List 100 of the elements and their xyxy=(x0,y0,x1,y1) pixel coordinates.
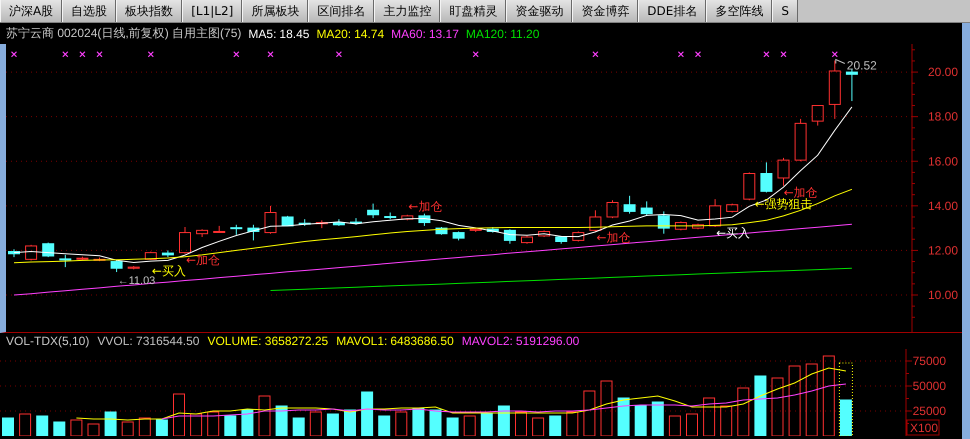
indicator-value: 14.74 xyxy=(354,26,384,40)
candlestick xyxy=(162,250,174,258)
axis-label: 18.00 xyxy=(928,110,958,124)
candlestick xyxy=(76,256,88,261)
candlestick xyxy=(59,254,72,268)
indicator-value: 6483686.50 xyxy=(390,334,454,348)
signal-cross-icon xyxy=(694,51,702,58)
indicator-name: MA20: xyxy=(316,26,352,40)
signal-cross-icon xyxy=(780,51,787,58)
indicator-name: MAVOL2: xyxy=(462,334,513,348)
volume-bar xyxy=(703,398,716,436)
volume-bar xyxy=(361,392,374,436)
indicator-value: VVOL: 7316544.50 xyxy=(97,334,200,348)
indicator-name: MAVOL1: xyxy=(336,334,388,348)
volume-bar xyxy=(464,416,476,436)
candlestick xyxy=(247,224,260,241)
market-tab[interactable]: 自选股 xyxy=(62,0,116,22)
market-tab[interactable]: 资金驱动 xyxy=(506,0,572,22)
volume-bar xyxy=(310,412,322,436)
candlestick xyxy=(743,172,756,201)
candlestick xyxy=(230,224,242,236)
volume-bar xyxy=(224,416,236,436)
axis-label: 16.00 xyxy=(928,154,958,168)
market-tab[interactable]: 资金博弈 xyxy=(572,0,638,22)
signal-cross-icon xyxy=(233,51,240,58)
signal-cross-icon xyxy=(79,51,86,58)
market-tab[interactable]: 多空阵线 xyxy=(706,0,772,22)
market-tab[interactable]: S xyxy=(772,0,798,22)
candlestick xyxy=(316,220,328,229)
volume-bar xyxy=(70,420,82,436)
market-tab[interactable]: [L1|L2] xyxy=(182,0,242,22)
market-tab[interactable]: 区间排名 xyxy=(308,0,374,22)
candlestick xyxy=(8,248,20,258)
axis-label: 14.00 xyxy=(928,198,958,213)
signal-cross-icon xyxy=(10,51,18,58)
candlestick xyxy=(674,220,687,231)
signal-cross-icon xyxy=(832,51,838,58)
volume-indicator-title: VOL-TDX(5,10) xyxy=(6,334,90,348)
signal-label: ←加仓 xyxy=(784,185,818,200)
volume-bar xyxy=(378,416,390,436)
high-price-label: 20.52 xyxy=(835,58,877,72)
candlestick xyxy=(264,205,276,234)
volume-bar xyxy=(19,414,32,436)
candlestick xyxy=(486,226,499,234)
market-tab[interactable]: 主力监控 xyxy=(374,0,440,22)
volume-bar xyxy=(600,380,612,436)
market-tab[interactable]: 沪深A股 xyxy=(0,0,62,22)
signal-label: ←加仓 xyxy=(408,199,442,214)
market-tab[interactable]: 所属板块 xyxy=(242,0,308,22)
candlestick xyxy=(332,218,345,226)
indicator-value: 13.17 xyxy=(428,26,459,40)
volume-bar xyxy=(549,416,562,436)
indicator-value: 5191296.00 xyxy=(516,334,580,348)
candlestick xyxy=(846,68,858,102)
volume-bar xyxy=(737,388,750,436)
volume-bar xyxy=(498,406,510,436)
candlestick xyxy=(470,228,482,232)
volume-bar xyxy=(156,420,168,436)
volume-bar xyxy=(840,400,852,436)
axis-label: 20.00 xyxy=(928,65,958,80)
signal-cross-icon xyxy=(62,51,68,58)
candlestick xyxy=(282,215,294,226)
candlestick xyxy=(144,251,157,260)
volume-bar xyxy=(292,418,305,436)
candlestick xyxy=(624,195,636,214)
candlestick xyxy=(367,203,380,219)
unit-badge: X100 xyxy=(906,420,940,436)
candlestick xyxy=(504,228,516,244)
volume-bar xyxy=(652,402,664,436)
volume-bar xyxy=(2,418,14,436)
volume-bar xyxy=(258,396,270,436)
signal-cross-icon xyxy=(148,51,154,58)
candlestick xyxy=(436,226,448,236)
candlestick xyxy=(179,226,191,254)
volume-bar xyxy=(772,378,784,436)
signal-cross-icon xyxy=(678,51,684,58)
market-tab[interactable]: 盯盘精灵 xyxy=(440,0,506,22)
volume-bar xyxy=(326,414,339,436)
candlestick xyxy=(589,210,602,232)
volume-bar xyxy=(566,412,578,436)
candlestick xyxy=(42,242,54,258)
volume-bar xyxy=(720,406,732,436)
volume-bar xyxy=(634,406,647,436)
market-tab[interactable]: 板块指数 xyxy=(116,0,182,22)
indicator-value: VOLUME: 3658272.25 xyxy=(207,334,328,348)
volume-bar xyxy=(446,418,459,436)
volume-bar xyxy=(583,390,596,436)
volume-bar xyxy=(395,412,408,436)
chart-title: 苏宁云商 002024(日线,前复权) 自用主图(75) xyxy=(6,25,242,42)
candlestick xyxy=(298,218,311,226)
signal-cross-icon xyxy=(763,51,770,58)
candlestick xyxy=(521,235,533,244)
volume-bar xyxy=(88,424,100,436)
candlestick xyxy=(213,225,226,234)
market-tab[interactable]: DDE排名 xyxy=(638,0,706,22)
axis-label: 25000 xyxy=(912,404,946,418)
candlestick xyxy=(709,198,722,228)
candlestick xyxy=(350,218,362,226)
volume-bar xyxy=(53,422,66,436)
axis-label: 50000 xyxy=(912,379,946,393)
